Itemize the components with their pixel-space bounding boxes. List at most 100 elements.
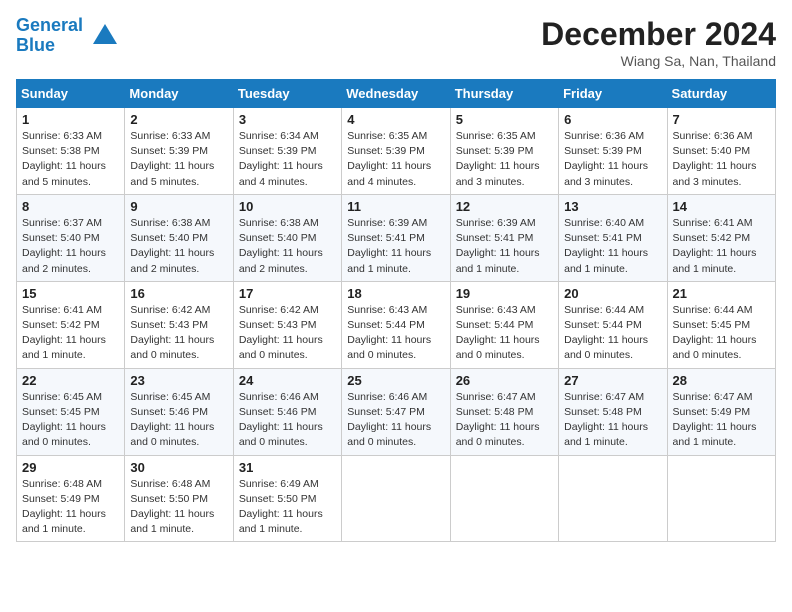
day-info: Sunrise: 6:47 AMSunset: 5:48 PMDaylight:…	[564, 390, 661, 451]
day-info: Sunrise: 6:48 AMSunset: 5:49 PMDaylight:…	[22, 477, 119, 538]
calendar-cell: 1 Sunrise: 6:33 AMSunset: 5:38 PMDaylight…	[17, 108, 125, 195]
calendar-cell: 20 Sunrise: 6:44 AMSunset: 5:44 PMDayligh…	[559, 281, 667, 368]
weekday-header: Friday	[559, 80, 667, 108]
calendar-cell	[342, 455, 450, 542]
day-number: 24	[239, 373, 336, 388]
day-info: Sunrise: 6:39 AMSunset: 5:41 PMDaylight:…	[347, 216, 444, 277]
calendar-header: SundayMondayTuesdayWednesdayThursdayFrid…	[17, 80, 776, 108]
day-info: Sunrise: 6:45 AMSunset: 5:45 PMDaylight:…	[22, 390, 119, 451]
calendar-cell: 30 Sunrise: 6:48 AMSunset: 5:50 PMDayligh…	[125, 455, 233, 542]
calendar-cell: 12 Sunrise: 6:39 AMSunset: 5:41 PMDayligh…	[450, 194, 558, 281]
calendar-cell: 22 Sunrise: 6:45 AMSunset: 5:45 PMDayligh…	[17, 368, 125, 455]
calendar-cell: 9 Sunrise: 6:38 AMSunset: 5:40 PMDaylight…	[125, 194, 233, 281]
day-info: Sunrise: 6:36 AMSunset: 5:40 PMDaylight:…	[673, 129, 770, 190]
weekday-header: Wednesday	[342, 80, 450, 108]
weekday-header: Saturday	[667, 80, 775, 108]
day-number: 22	[22, 373, 119, 388]
day-info: Sunrise: 6:44 AMSunset: 5:44 PMDaylight:…	[564, 303, 661, 364]
day-info: Sunrise: 6:43 AMSunset: 5:44 PMDaylight:…	[456, 303, 553, 364]
calendar-cell: 23Sunrise: 6:45 AMSunset: 5:46 PMDayligh…	[125, 368, 233, 455]
calendar-cell: 10 Sunrise: 6:38 AMSunset: 5:40 PMDayligh…	[233, 194, 341, 281]
day-number: 16	[130, 286, 227, 301]
calendar-cell: 13 Sunrise: 6:40 AMSunset: 5:41 PMDayligh…	[559, 194, 667, 281]
calendar-cell: 31 Sunrise: 6:49 AMSunset: 5:50 PMDayligh…	[233, 455, 341, 542]
day-number: 21	[673, 286, 770, 301]
calendar-week: 22 Sunrise: 6:45 AMSunset: 5:45 PMDayligh…	[17, 368, 776, 455]
day-number: 6	[564, 112, 661, 127]
calendar-cell: 3 Sunrise: 6:34 AMSunset: 5:39 PMDaylight…	[233, 108, 341, 195]
day-info: Sunrise: 6:38 AMSunset: 5:40 PMDaylight:…	[239, 216, 336, 277]
calendar-cell: 14Sunrise: 6:41 AMSunset: 5:42 PMDayligh…	[667, 194, 775, 281]
day-number: 29	[22, 460, 119, 475]
calendar-cell: 4Sunrise: 6:35 AMSunset: 5:39 PMDaylight…	[342, 108, 450, 195]
calendar-cell	[559, 455, 667, 542]
calendar-cell: 5Sunrise: 6:35 AMSunset: 5:39 PMDaylight…	[450, 108, 558, 195]
day-info: Sunrise: 6:33 AMSunset: 5:39 PMDaylight:…	[130, 129, 227, 190]
day-info: Sunrise: 6:47 AMSunset: 5:48 PMDaylight:…	[456, 390, 553, 451]
weekday-header: Thursday	[450, 80, 558, 108]
title-block: December 2024 Wiang Sa, Nan, Thailand	[541, 16, 776, 69]
day-number: 3	[239, 112, 336, 127]
day-info: Sunrise: 6:40 AMSunset: 5:41 PMDaylight:…	[564, 216, 661, 277]
logo-text: General Blue	[16, 16, 83, 56]
month-title: December 2024	[541, 16, 776, 53]
day-number: 27	[564, 373, 661, 388]
day-number: 17	[239, 286, 336, 301]
calendar-cell: 29 Sunrise: 6:48 AMSunset: 5:49 PMDayligh…	[17, 455, 125, 542]
calendar-week: 29 Sunrise: 6:48 AMSunset: 5:49 PMDayligh…	[17, 455, 776, 542]
calendar-cell: 21Sunrise: 6:44 AMSunset: 5:45 PMDayligh…	[667, 281, 775, 368]
day-number: 25	[347, 373, 444, 388]
day-number: 8	[22, 199, 119, 214]
day-info: Sunrise: 6:42 AMSunset: 5:43 PMDaylight:…	[239, 303, 336, 364]
day-number: 26	[456, 373, 553, 388]
calendar-cell: 24Sunrise: 6:46 AMSunset: 5:46 PMDayligh…	[233, 368, 341, 455]
calendar-cell: 25 Sunrise: 6:46 AMSunset: 5:47 PMDayligh…	[342, 368, 450, 455]
day-number: 30	[130, 460, 227, 475]
page-header: General Blue December 2024 Wiang Sa, Nan…	[16, 16, 776, 69]
day-info: Sunrise: 6:37 AMSunset: 5:40 PMDaylight:…	[22, 216, 119, 277]
day-info: Sunrise: 6:47 AMSunset: 5:49 PMDaylight:…	[673, 390, 770, 451]
day-info: Sunrise: 6:41 AMSunset: 5:42 PMDaylight:…	[673, 216, 770, 277]
calendar-cell: 7Sunrise: 6:36 AMSunset: 5:40 PMDaylight…	[667, 108, 775, 195]
day-number: 2	[130, 112, 227, 127]
day-number: 31	[239, 460, 336, 475]
calendar-cell	[450, 455, 558, 542]
calendar-week: 8 Sunrise: 6:37 AMSunset: 5:40 PMDaylight…	[17, 194, 776, 281]
day-info: Sunrise: 6:34 AMSunset: 5:39 PMDaylight:…	[239, 129, 336, 190]
day-info: Sunrise: 6:48 AMSunset: 5:50 PMDaylight:…	[130, 477, 227, 538]
calendar-cell: 6 Sunrise: 6:36 AMSunset: 5:39 PMDaylight…	[559, 108, 667, 195]
location: Wiang Sa, Nan, Thailand	[541, 53, 776, 69]
day-number: 9	[130, 199, 227, 214]
day-info: Sunrise: 6:45 AMSunset: 5:46 PMDaylight:…	[130, 390, 227, 451]
day-number: 4	[347, 112, 444, 127]
calendar-cell: 19Sunrise: 6:43 AMSunset: 5:44 PMDayligh…	[450, 281, 558, 368]
day-info: Sunrise: 6:33 AMSunset: 5:38 PMDaylight:…	[22, 129, 119, 190]
calendar-cell: 2 Sunrise: 6:33 AMSunset: 5:39 PMDaylight…	[125, 108, 233, 195]
logo-icon	[91, 22, 119, 50]
day-info: Sunrise: 6:49 AMSunset: 5:50 PMDaylight:…	[239, 477, 336, 538]
calendar-week: 1 Sunrise: 6:33 AMSunset: 5:38 PMDaylight…	[17, 108, 776, 195]
day-number: 12	[456, 199, 553, 214]
logo: General Blue	[16, 16, 119, 56]
day-info: Sunrise: 6:39 AMSunset: 5:41 PMDaylight:…	[456, 216, 553, 277]
day-info: Sunrise: 6:43 AMSunset: 5:44 PMDaylight:…	[347, 303, 444, 364]
day-number: 20	[564, 286, 661, 301]
day-info: Sunrise: 6:35 AMSunset: 5:39 PMDaylight:…	[456, 129, 553, 190]
calendar-body: 1 Sunrise: 6:33 AMSunset: 5:38 PMDaylight…	[17, 108, 776, 542]
day-info: Sunrise: 6:42 AMSunset: 5:43 PMDaylight:…	[130, 303, 227, 364]
day-number: 18	[347, 286, 444, 301]
day-info: Sunrise: 6:36 AMSunset: 5:39 PMDaylight:…	[564, 129, 661, 190]
day-info: Sunrise: 6:38 AMSunset: 5:40 PMDaylight:…	[130, 216, 227, 277]
day-info: Sunrise: 6:46 AMSunset: 5:47 PMDaylight:…	[347, 390, 444, 451]
calendar-cell: 18 Sunrise: 6:43 AMSunset: 5:44 PMDayligh…	[342, 281, 450, 368]
day-number: 1	[22, 112, 119, 127]
calendar-cell: 17 Sunrise: 6:42 AMSunset: 5:43 PMDayligh…	[233, 281, 341, 368]
calendar-cell: 15Sunrise: 6:41 AMSunset: 5:42 PMDayligh…	[17, 281, 125, 368]
day-number: 10	[239, 199, 336, 214]
weekday-header: Monday	[125, 80, 233, 108]
day-number: 28	[673, 373, 770, 388]
calendar-cell: 16 Sunrise: 6:42 AMSunset: 5:43 PMDayligh…	[125, 281, 233, 368]
calendar-cell: 8 Sunrise: 6:37 AMSunset: 5:40 PMDaylight…	[17, 194, 125, 281]
calendar-cell: 26 Sunrise: 6:47 AMSunset: 5:48 PMDayligh…	[450, 368, 558, 455]
day-number: 13	[564, 199, 661, 214]
